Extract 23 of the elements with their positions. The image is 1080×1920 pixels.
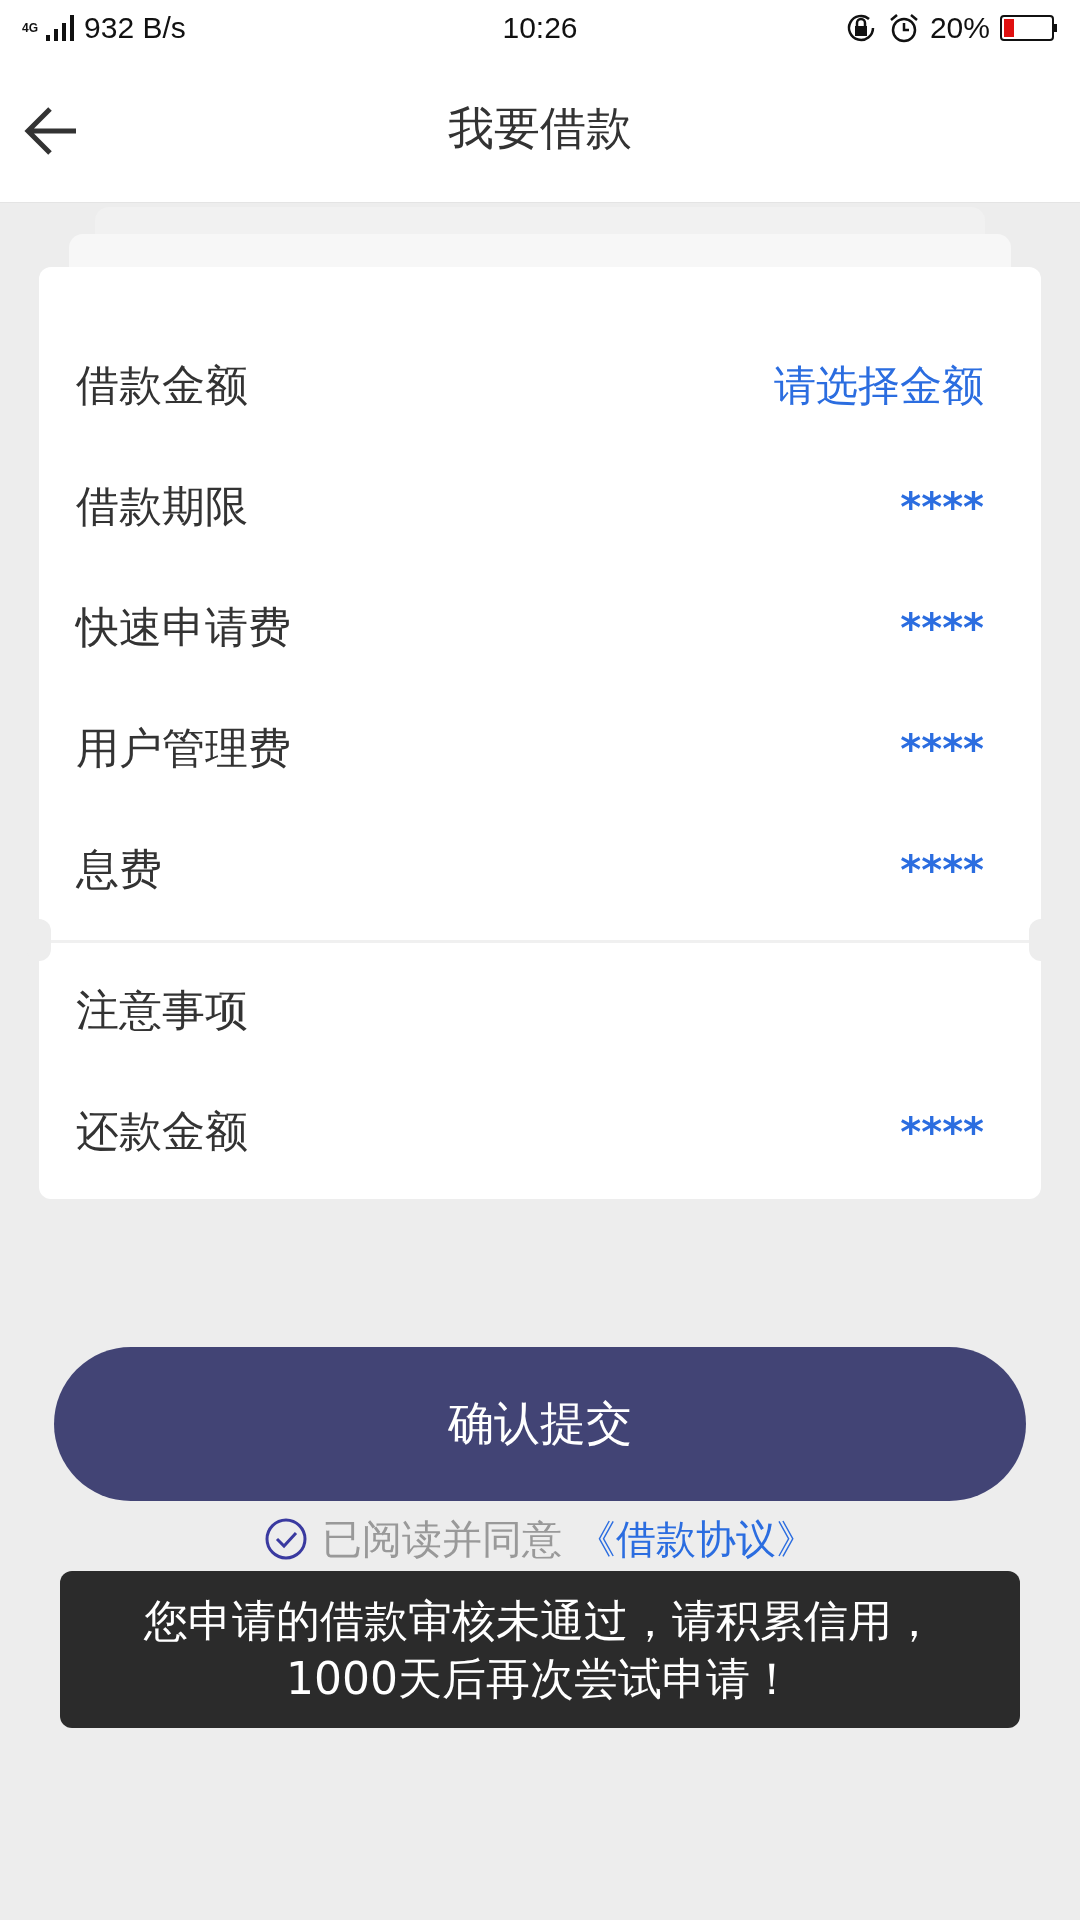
clock: 10:26	[501, 11, 579, 45]
submit-button[interactable]: 确认提交	[54, 1347, 1026, 1501]
field-label: 快速申请费	[76, 600, 291, 654]
network-speed: 932 B/s	[84, 11, 186, 45]
masked-value: ****	[900, 1108, 984, 1155]
field-label: 借款金额	[76, 358, 248, 412]
masked-value: ****	[900, 604, 984, 651]
toast-text: 1000天后再次尝试申请！	[286, 1651, 794, 1706]
select-amount-link[interactable]: 请选择金额	[774, 357, 984, 414]
field-label: 借款期限	[76, 479, 248, 533]
battery-percent: 20%	[929, 11, 990, 45]
toast-text: 您申请的借款审核未通过，请积累信用，	[144, 1593, 936, 1648]
page-title: 我要借款	[448, 100, 632, 157]
field-label: 注意事项	[76, 983, 248, 1037]
field-label: 用户管理费	[76, 721, 291, 775]
masked-value: ****	[900, 846, 984, 893]
masked-value: ****	[900, 483, 984, 530]
field-label: 息费	[76, 842, 162, 896]
agreement-link[interactable]: 《借款协议》	[576, 1515, 816, 1563]
field-label: 还款金额	[76, 1104, 248, 1158]
agreement-text: 已阅读并同意	[322, 1515, 562, 1563]
network-type: 4G	[22, 21, 38, 35]
masked-value: ****	[900, 725, 984, 772]
